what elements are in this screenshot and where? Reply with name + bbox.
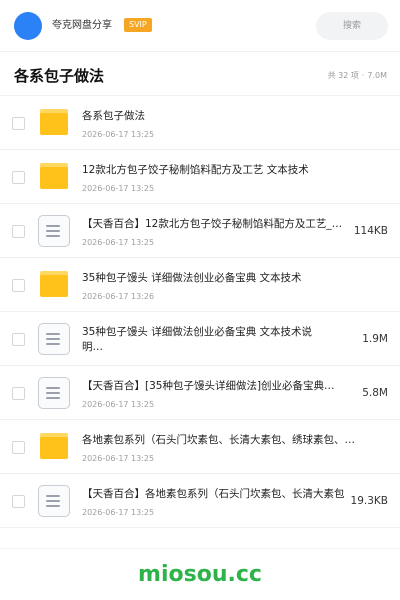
checkbox[interactable] xyxy=(12,495,25,508)
search-placeholder: 搜索 xyxy=(342,21,361,31)
checkbox[interactable] xyxy=(12,333,25,346)
item-name: 12款北方包子饺子秘制馅料配方及工艺 文本技术 xyxy=(82,164,309,176)
item-size: 114KB xyxy=(353,225,388,237)
item-name: 【天香百合】12款北方包子饺子秘制馅料配方及工艺_… xyxy=(82,218,343,230)
brand-watermark: miosou.cc xyxy=(138,562,262,587)
svip-badge: SVIP xyxy=(124,18,152,32)
search-input[interactable]: 搜索 xyxy=(316,12,388,40)
document-icon xyxy=(38,323,70,355)
item-date: 2026-06-17 13:25 xyxy=(82,130,155,139)
item-name: 35种包子馒头 详细做法创业必备宝典 文本技术说明… xyxy=(82,326,313,353)
app-name: 夸克网盘分享 xyxy=(52,20,112,31)
list-item[interactable]: 各系包子做法 2026-06-17 13:25 xyxy=(0,96,400,150)
item-name: 35种包子馒头 详细做法创业必备宝典 文本技术 xyxy=(82,272,302,284)
list-item[interactable]: 35种包子馒头 详细做法创业必备宝典 文本技术 2026-06-17 13:26 xyxy=(0,258,400,312)
document-icon xyxy=(38,377,70,409)
checkbox[interactable] xyxy=(12,117,25,130)
item-name: 【天香百合】[35种包子馒头详细做法]创业必备宝典… xyxy=(82,380,335,392)
item-date: 2026-06-17 13:26 xyxy=(82,292,155,301)
checkbox[interactable] xyxy=(12,171,25,184)
footer-divider xyxy=(0,548,400,549)
item-size: 5.8M xyxy=(362,387,388,399)
list-item[interactable]: 【天香百合】各地素包系列（石头门坎素包、长清大素包 2026-06-17 13:… xyxy=(0,474,400,528)
item-size: 1.9M xyxy=(362,333,388,345)
avatar[interactable] xyxy=(14,12,42,40)
list-item[interactable]: 【天香百合】12款北方包子饺子秘制馅料配方及工艺_… 2026-06-17 13… xyxy=(0,204,400,258)
folder-size: 7.0M xyxy=(367,71,387,80)
item-date: 2026-06-17 13:25 xyxy=(82,454,155,463)
file-list: 各系包子做法 2026-06-17 13:25 12款北方包子饺子秘制馅料配方及… xyxy=(0,96,400,528)
checkbox[interactable] xyxy=(12,441,25,454)
list-item[interactable]: 各地素包系列（石头门坎素包、长清大素包、绣球素包、… 2026-06-17 13… xyxy=(0,420,400,474)
checkbox[interactable] xyxy=(12,225,25,238)
folder-icon xyxy=(38,107,70,139)
list-item[interactable]: 35种包子馒头 详细做法创业必备宝典 文本技术说明… 1.9M xyxy=(0,312,400,366)
folder-icon xyxy=(38,269,70,301)
checkbox[interactable] xyxy=(12,279,25,292)
document-icon xyxy=(38,485,70,517)
list-item[interactable]: 【天香百合】[35种包子馒头详细做法]创业必备宝典… 2026-06-17 13… xyxy=(0,366,400,420)
item-name: 各系包子做法 xyxy=(82,110,145,122)
folder-icon xyxy=(38,161,70,193)
item-size: 19.3KB xyxy=(350,495,388,507)
item-date: 2026-06-17 13:25 xyxy=(82,238,155,247)
top-bar: 夸克网盘分享 SVIP 搜索 xyxy=(0,0,400,52)
item-date: 2026-06-17 13:25 xyxy=(82,184,155,193)
item-name: 【天香百合】各地素包系列（石头门坎素包、长清大素包 xyxy=(82,488,345,500)
item-date: 2026-06-17 13:25 xyxy=(82,508,155,517)
list-item[interactable]: 12款北方包子饺子秘制馅料配方及工艺 文本技术 2026-06-17 13:25 xyxy=(0,150,400,204)
checkbox[interactable] xyxy=(12,387,25,400)
document-icon xyxy=(38,215,70,247)
meta-separator: · xyxy=(361,71,365,80)
folder-meta: 共 32 项 · 7.0M xyxy=(328,70,387,82)
item-name: 各地素包系列（石头门坎素包、长清大素包、绣球素包、… xyxy=(82,434,355,446)
item-count: 共 32 项 xyxy=(327,71,359,80)
item-date: 2026-06-17 13:25 xyxy=(82,400,155,409)
page-title: 各系包子做法 xyxy=(14,67,105,85)
folder-icon xyxy=(38,431,70,463)
